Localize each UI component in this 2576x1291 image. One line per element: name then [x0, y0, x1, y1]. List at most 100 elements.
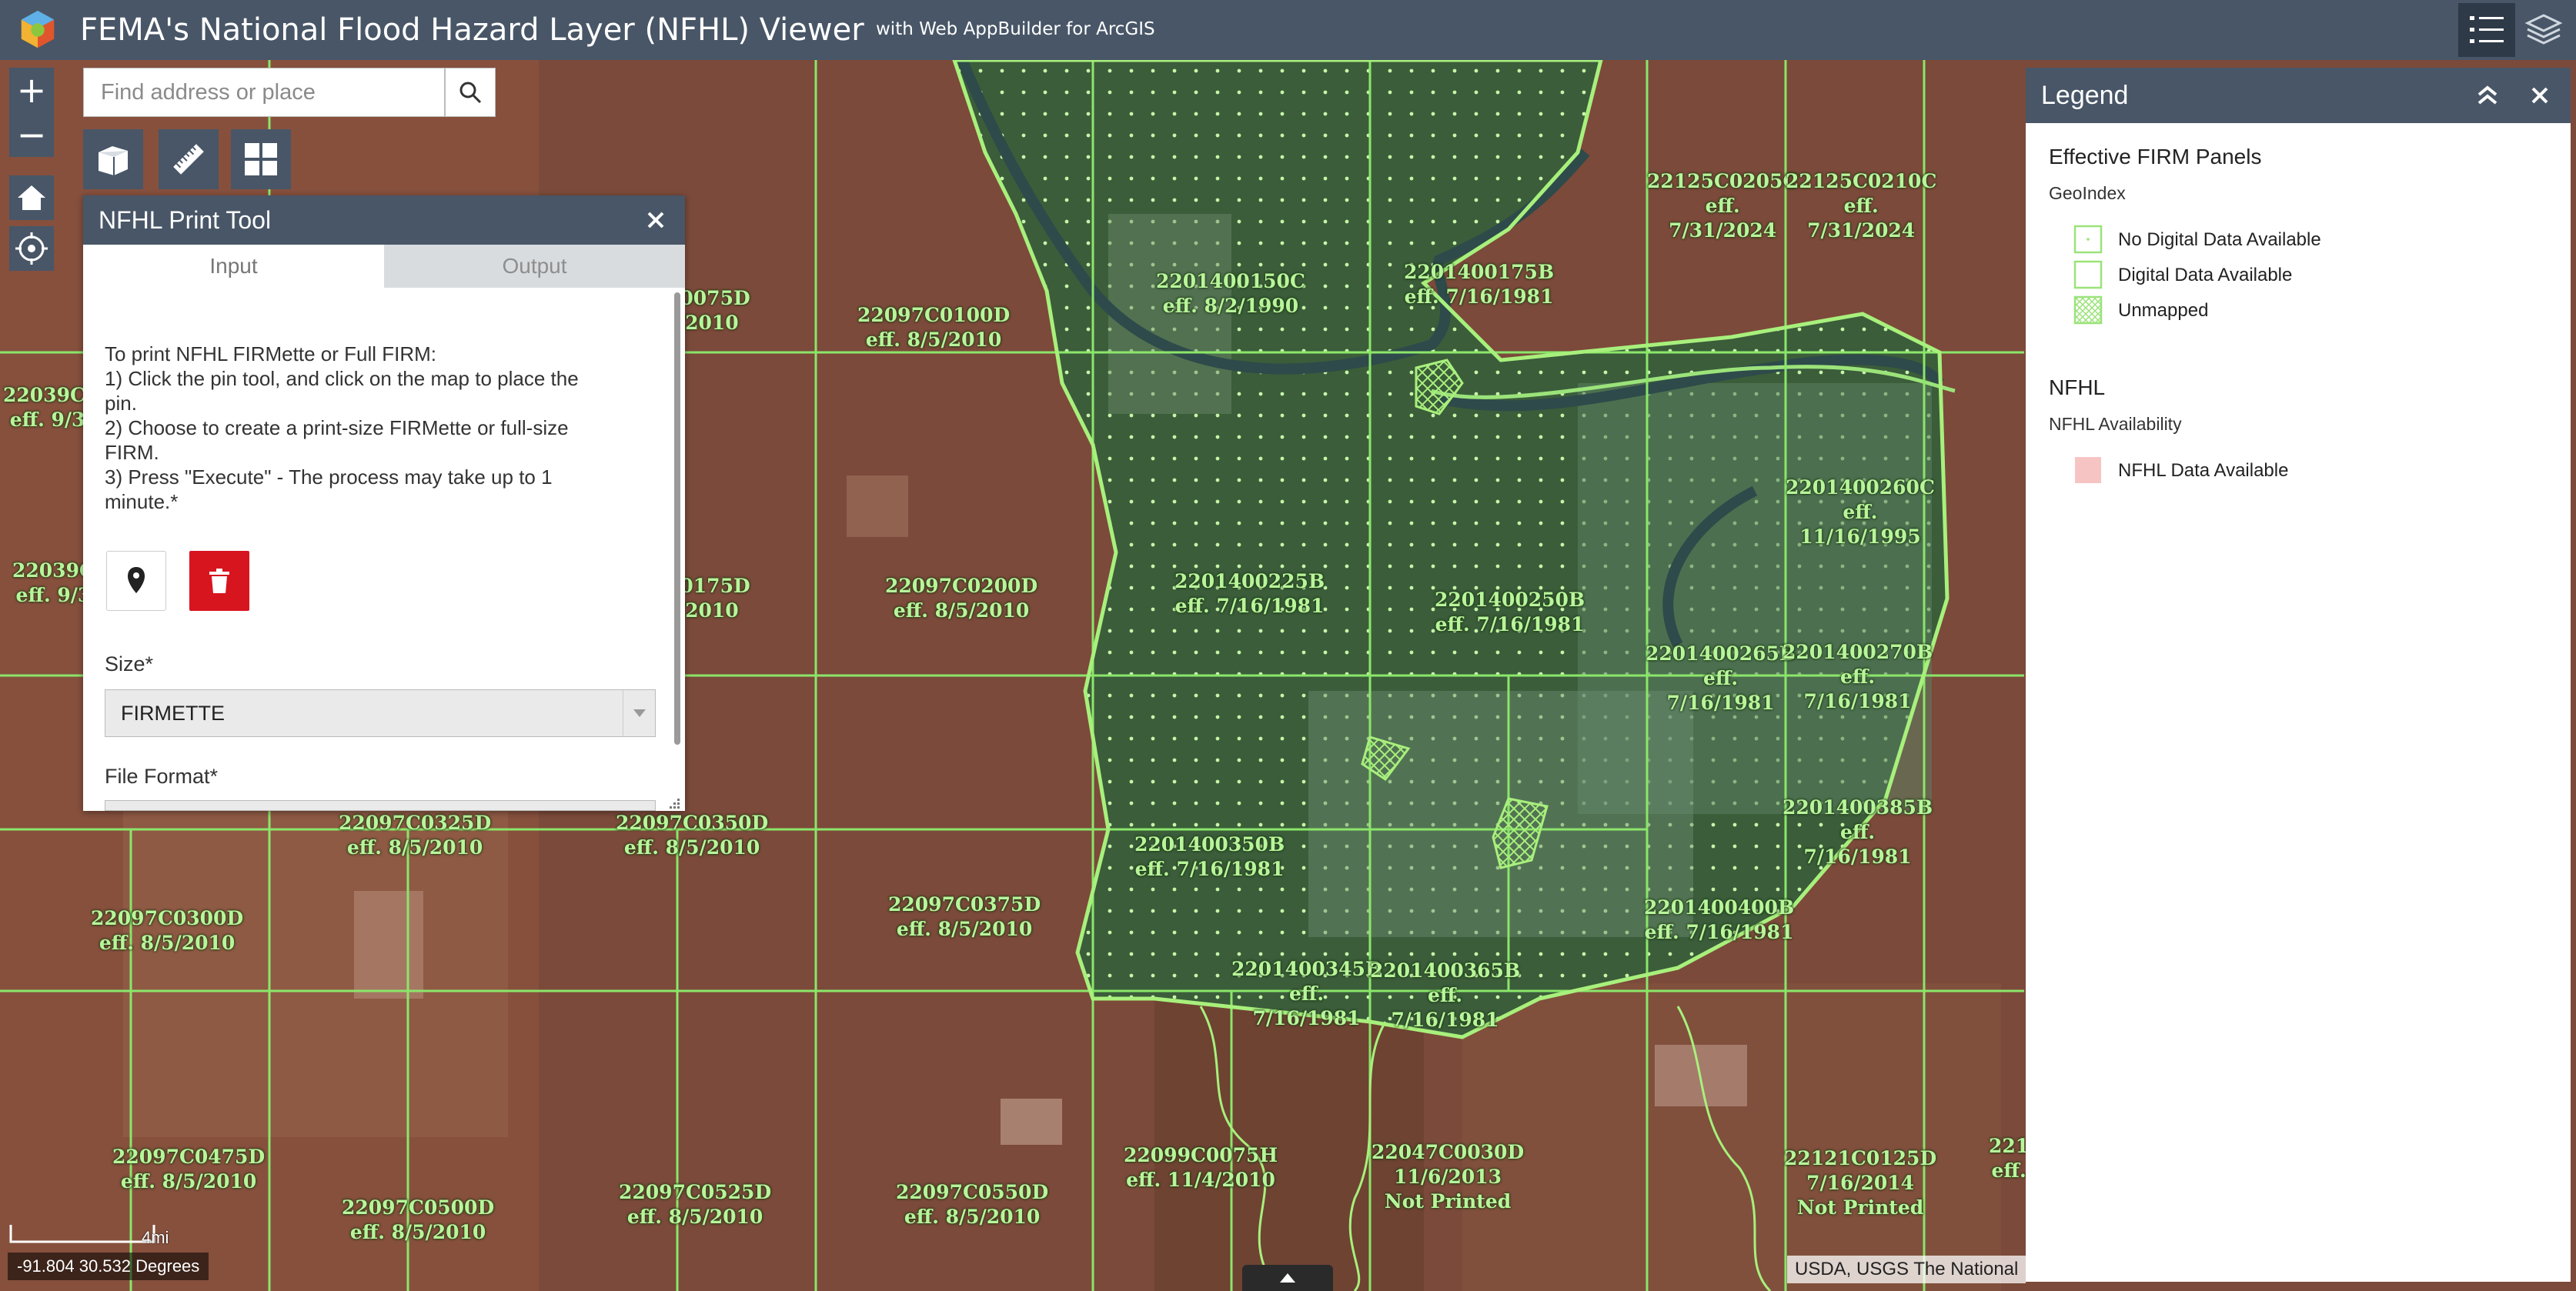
panel-scrollbar[interactable] [674, 292, 680, 745]
resize-handle-icon[interactable] [667, 796, 680, 809]
scale-label: 4mi [142, 1228, 169, 1247]
instruction-line: 1) Click the pin tool, and click on the … [105, 367, 579, 390]
zoom-in-button[interactable]: + [9, 68, 54, 112]
firm-panel-label: 2201400270B eff. 7/16/1981 [1782, 641, 1933, 712]
close-panel-button[interactable] [639, 203, 673, 237]
app-subtitle: with Web AppBuilder for ArcGIS [876, 19, 1155, 39]
legend-item-label: Unmapped [2118, 300, 2209, 321]
firm-panel-label: 22039C eff. 9/3 [12, 559, 95, 606]
print-tool-title: NFHL Print Tool [83, 195, 685, 245]
firm-panel-label: 2201400225B eff. 7/16/1981 [1174, 570, 1325, 617]
firm-panel-label: 2201400175B eff. 7/16/1981 [1404, 261, 1555, 308]
pin-icon [128, 567, 145, 593]
tab-output[interactable]: Output [384, 245, 685, 288]
zoom-out-button[interactable]: − [9, 112, 54, 157]
tab-input[interactable]: Input [83, 245, 384, 288]
legend-section-heading: NFHL [2049, 375, 2106, 399]
instruction-line: pin. [105, 392, 137, 415]
legend-panel: Legend Effective FIRM Panels GeoIndex No… [2026, 68, 2571, 1282]
firm-panel-label: 2201400265B eff. 7/16/1981 [1645, 642, 1796, 714]
collapse-legend-button[interactable] [2471, 78, 2504, 112]
firm-panel-label: 2201400350B eff. 7/16/1981 [1134, 833, 1285, 880]
my-location-button[interactable] [9, 226, 54, 271]
firm-panel-label: 22097C0475D eff. 8/5/2010 [112, 1146, 266, 1193]
clear-pin-button[interactable] [189, 551, 249, 611]
chevron-down-icon [623, 690, 655, 736]
place-pin-button[interactable] [106, 551, 166, 611]
firm-panel-label: 22097C0200D eff. 8/5/2010 [885, 575, 1038, 622]
print-instructions: To print NFHL FIRMette or Full FIRM: 1) … [105, 342, 667, 514]
file-format-label: File Format* [105, 765, 219, 788]
grid-icon [245, 143, 277, 175]
search-button[interactable] [445, 68, 496, 117]
unmapped-swatch [2073, 295, 2103, 325]
ruler-icon [173, 144, 204, 175]
firm-panel-label: 22097C0500D eff. 8/5/2010 [342, 1196, 495, 1243]
app-header: FEMA's National Flood Hazard Layer (NFHL… [0, 0, 2576, 60]
print-tool-button[interactable] [83, 129, 143, 189]
close-icon [2531, 87, 2548, 104]
firm-panel-label: 22097C0100D eff. 8/5/2010 [857, 304, 1011, 351]
firm-panel-label: 22047C0030D 11/6/2013 Not Printed [1372, 1141, 1525, 1213]
firm-panel-label: 2201400150C eff. 8/2/1990 [1156, 270, 1305, 317]
instruction-line: 2) Choose to create a print-size FIRMett… [105, 416, 569, 439]
nfhl-available-swatch [2075, 457, 2101, 483]
arcgis-cube-logo [21, 10, 55, 48]
firm-panel-label: 221 eff. [1989, 1135, 2030, 1182]
close-legend-button[interactable] [2523, 78, 2557, 112]
firm-panel-label: 22097C0550D eff. 8/5/2010 [896, 1181, 1049, 1228]
instruction-line: 3) Press "Execute" - The process may tak… [105, 465, 553, 489]
firm-panel-label: 2201400365B eff. 7/16/1981 [1370, 959, 1521, 1031]
legend-item-label: NFHL Data Available [2118, 460, 2289, 481]
firm-panel-label: 22097C0350D eff. 8/5/2010 [616, 812, 769, 859]
firm-panel-label: 22125C0210C eff. 7/31/2024 [1786, 170, 1937, 242]
firm-panel-label: 22097C0300D eff. 8/5/2010 [91, 907, 244, 954]
close-icon [647, 212, 664, 229]
print-box-icon [99, 146, 128, 175]
size-select[interactable]: FIRMETTE [105, 689, 656, 737]
instruction-line: To print NFHL FIRMette or Full FIRM: [105, 342, 436, 365]
search-input[interactable] [84, 79, 444, 105]
trash-icon [209, 569, 229, 593]
home-button[interactable] [9, 175, 54, 220]
instruction-line: FIRM. [105, 441, 159, 464]
firm-panel-label: 22099C0075H eff. 11/4/2010 [1124, 1144, 1278, 1191]
measure-tool-button[interactable] [159, 129, 219, 189]
firm-panel-label: 2201400385B eff. 7/16/1981 [1782, 796, 1933, 868]
firm-panel-label: 22121C0125D 7/16/2014 Not Printed [1784, 1147, 1937, 1219]
attribution-toggle[interactable] [1242, 1265, 1333, 1291]
search-box [83, 68, 445, 117]
locate-icon [15, 232, 48, 265]
instruction-line: minute.* [105, 490, 179, 513]
file-format-select[interactable] [105, 800, 656, 811]
firm-panel-label: 22097C0525D eff. 8/5/2010 [619, 1181, 772, 1228]
firm-panel-label: 22097C0325D eff. 8/5/2010 [339, 812, 492, 859]
legend-item-label: No Digital Data Available [2118, 229, 2321, 250]
digital-data-swatch [2073, 260, 2103, 289]
print-tool-panel: NFHL Print Tool Input Output To print NF… [83, 195, 685, 811]
legend-section-subheading: NFHL Availability [2049, 414, 2182, 434]
scale-bar [9, 1225, 155, 1243]
legend-item-label: Digital Data Available [2118, 265, 2293, 285]
no-digital-data-swatch [2073, 225, 2103, 254]
print-tabs: Input Output [83, 245, 685, 288]
layers-icon[interactable] [2515, 3, 2572, 57]
coordinate-readout: -91.804 30.532 Degrees [8, 1253, 209, 1280]
map-attribution: USDA, USGS The National [1787, 1256, 2026, 1283]
home-icon [18, 185, 45, 210]
list-icon[interactable] [2458, 3, 2515, 57]
basemap-gallery-button[interactable] [231, 129, 291, 189]
search-icon [459, 82, 482, 104]
legend-section-subheading: GeoIndex [2049, 183, 2126, 203]
size-label: Size* [105, 652, 154, 676]
firm-panel-label: 2201400345B eff. 7/16/1981 [1231, 958, 1382, 1029]
firm-panel-label: 2201400400B eff. 7/16/1981 [1644, 896, 1795, 943]
firm-panel-label: 2201400250B eff. 7/16/1981 [1435, 589, 1585, 635]
firm-panel-label: 22125C0205C eff. 7/31/2024 [1647, 170, 1799, 242]
double-chevron-up-icon [2477, 85, 2497, 105]
chevron-up-icon [1280, 1273, 1295, 1283]
firm-panel-label: 22097C0375D eff. 8/5/2010 [888, 893, 1041, 940]
app-title: FEMA's National Flood Hazard Layer (NFHL… [80, 12, 864, 48]
size-select-value: FIRMETTE [121, 702, 225, 725]
legend-section-heading: Effective FIRM Panels [2049, 145, 2262, 168]
